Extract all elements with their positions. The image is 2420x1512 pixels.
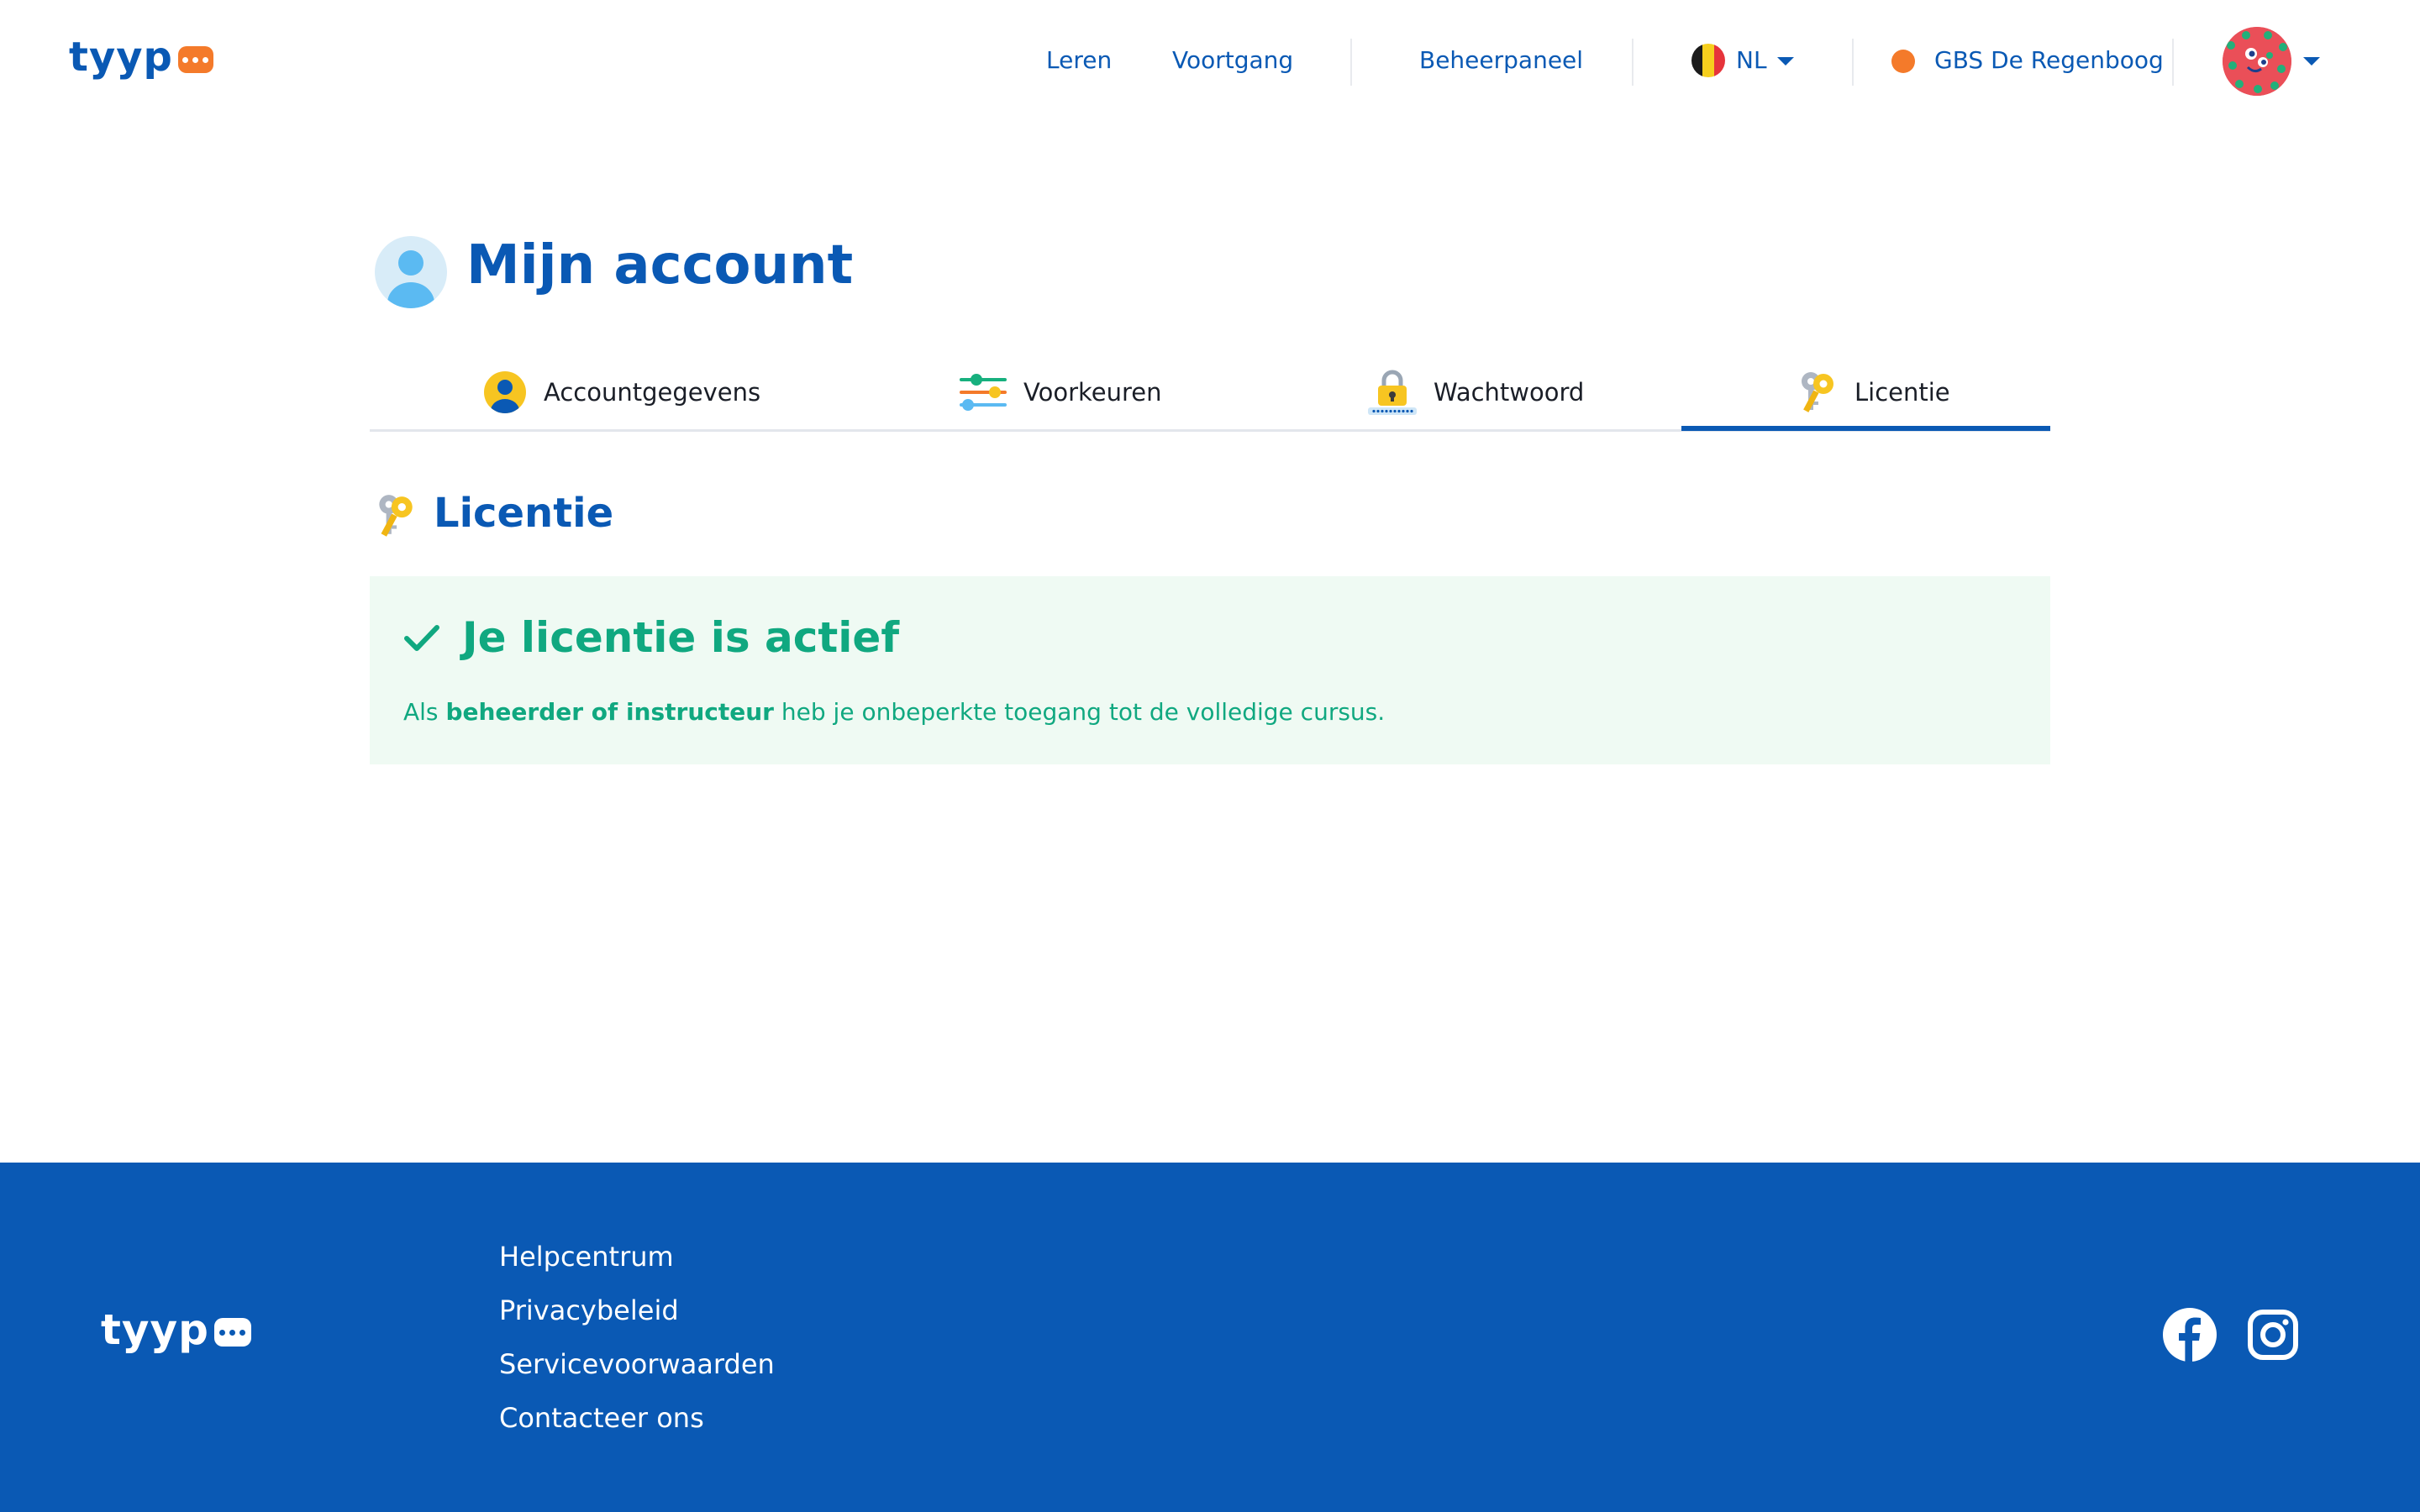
nav-link-voortgang[interactable]: Voortgang	[1172, 45, 1293, 76]
active-tab-indicator	[1681, 426, 2050, 431]
belgium-flag-icon	[1691, 44, 1725, 77]
license-note-prefix: Als	[403, 698, 439, 726]
license-note-suffix: heb je onbeperkte toegang tot de volledi…	[781, 698, 1386, 726]
license-status-card: Je licentie is actief Als beheerder of i…	[370, 576, 2050, 764]
tab-accountgegevens[interactable]: Accountgegevens	[483, 353, 760, 432]
tab-label: Voorkeuren	[1023, 378, 1162, 407]
nav-divider	[1350, 39, 1352, 86]
footer-link-privacybeleid[interactable]: Privacybeleid	[499, 1294, 679, 1327]
keys-icon	[371, 492, 418, 539]
license-status-text: Je licentie is actief	[462, 613, 900, 662]
tab-voorkeuren[interactable]: Voorkeuren	[960, 353, 1161, 432]
nav-divider	[1632, 39, 1634, 86]
account-tabs: Accountgegevens Voorkeuren Wachtwoord Li…	[370, 353, 2050, 432]
facebook-icon[interactable]	[2162, 1307, 2217, 1362]
tab-licentie[interactable]: Licentie	[1796, 353, 1950, 432]
nav-divider	[1852, 39, 1854, 86]
top-navigation: tyyp Leren Voortgang Beheerpaneel NL GBS…	[0, 0, 2420, 123]
nav-link-beheerpaneel[interactable]: Beheerpaneel	[1419, 45, 1583, 76]
lock-icon	[1368, 370, 1417, 415]
footer-link-helpcentrum[interactable]: Helpcentrum	[499, 1240, 674, 1273]
nav-divider	[2172, 39, 2174, 86]
license-note-role: beheerder of instructeur	[445, 698, 774, 726]
user-icon	[484, 371, 526, 413]
tyyp-logo[interactable]: tyyp	[101, 1309, 251, 1351]
footer-link-contacteer-ons[interactable]: Contacteer ons	[499, 1401, 704, 1435]
language-code: NL	[1736, 46, 1767, 74]
section-title: Licentie	[434, 490, 614, 537]
keys-icon	[1802, 372, 1833, 412]
tab-label: Licentie	[1854, 378, 1950, 407]
account-avatar-icon	[375, 236, 447, 308]
chevron-down-icon	[2303, 57, 2320, 66]
footer: tyyp Helpcentrum Privacybeleid Servicevo…	[0, 1163, 2420, 1512]
chevron-down-icon	[1777, 57, 1794, 66]
sliders-icon	[960, 374, 1007, 411]
school-name: GBS De Regenboog	[1934, 46, 2164, 74]
checkmark-icon	[404, 625, 439, 651]
tab-label: Wachtwoord	[1434, 378, 1585, 407]
footer-link-servicevoorwaarden[interactable]: Servicevoorwaarden	[499, 1347, 775, 1381]
instagram-icon[interactable]	[2245, 1307, 2301, 1362]
tyyp-logo[interactable]: tyyp	[69, 37, 213, 77]
tab-wachtwoord[interactable]: Wachtwoord	[1368, 353, 1584, 432]
chat-bubble-icon	[213, 1318, 251, 1347]
tab-label: Accountgegevens	[544, 378, 761, 407]
school-status-dot	[1891, 50, 1915, 73]
license-note: Als beheerder of instructeur heb je onbe…	[403, 697, 1385, 727]
page-title: Mijn account	[466, 234, 854, 297]
chat-bubble-icon	[177, 46, 213, 73]
nav-link-leren[interactable]: Leren	[1046, 45, 1112, 76]
user-avatar-icon	[2223, 27, 2291, 96]
logo-text: tyyp	[69, 34, 173, 81]
logo-text: tyyp	[101, 1305, 209, 1354]
